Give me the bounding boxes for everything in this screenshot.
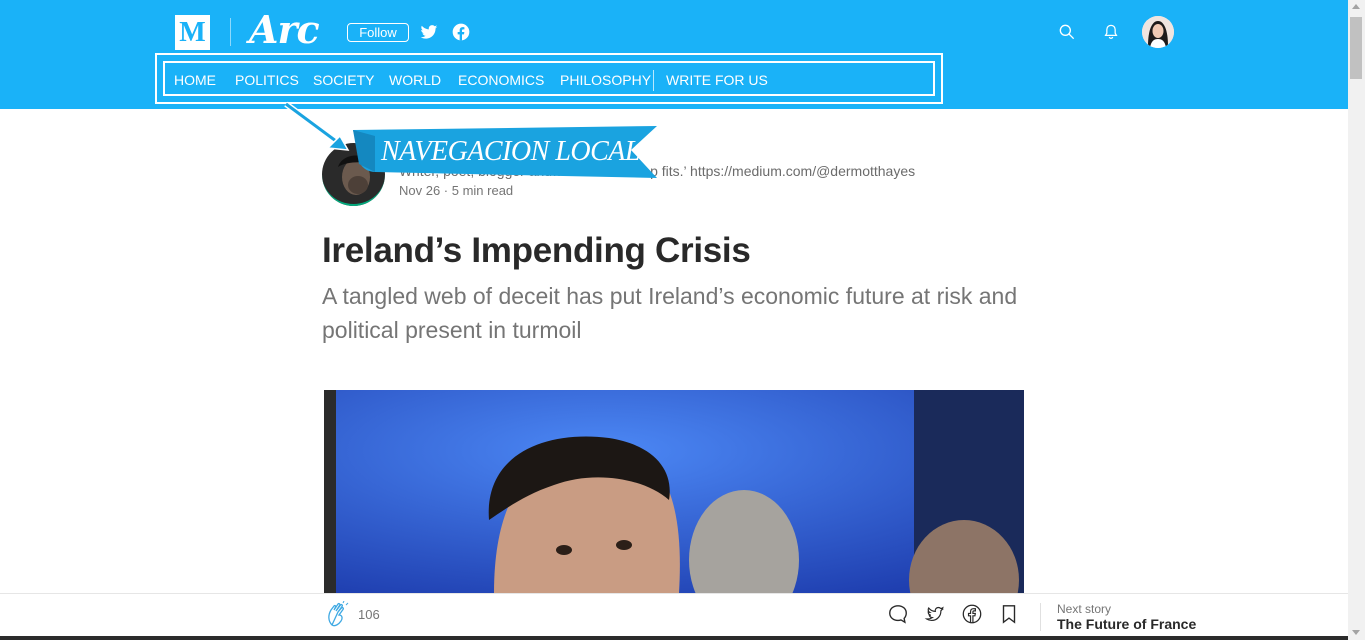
nav-item-philosophy[interactable]: PHILOSOPHY [560, 72, 651, 88]
bookmark-icon[interactable] [998, 603, 1020, 625]
scroll-thumb[interactable] [1350, 17, 1362, 79]
hero-image [324, 390, 1024, 593]
facebook-share-icon[interactable] [961, 603, 983, 625]
nav-item-politics[interactable]: POLITICS [235, 72, 299, 88]
twitter-share-icon[interactable] [924, 603, 946, 625]
logo-divider [230, 18, 231, 46]
bell-icon[interactable] [1101, 22, 1121, 42]
twitter-icon[interactable] [419, 22, 439, 42]
facebook-icon[interactable] [451, 22, 471, 42]
clap-count: 106 [358, 607, 380, 622]
search-icon[interactable] [1057, 22, 1077, 42]
article-subtitle: A tangled web of deceit has put Ireland’… [322, 283, 1018, 343]
scroll-down-arrow-icon[interactable] [1352, 630, 1360, 635]
bottom-bar-divider [1040, 603, 1041, 631]
next-story-link[interactable]: The Future of France [1057, 615, 1196, 633]
page: M Arc Follow HOME POLITICS SOCIETY WORLD… [0, 0, 1365, 640]
avatar[interactable] [1142, 16, 1174, 48]
article-title: Ireland’s Impending Crisis [322, 231, 751, 270]
clap-icon[interactable] [325, 601, 351, 627]
next-story-label: Next story [1057, 602, 1112, 616]
nav-item-world[interactable]: WORLD [389, 72, 441, 88]
nav-item-home[interactable]: HOME [174, 72, 216, 88]
follow-button[interactable]: Follow [347, 23, 409, 42]
nav-item-write-for-us[interactable]: WRITE FOR US [666, 72, 768, 88]
publication-logo[interactable]: Arc [249, 9, 320, 51]
taskbar-edge [0, 636, 1348, 640]
scroll-up-arrow-icon[interactable] [1352, 4, 1360, 9]
nav-item-society[interactable]: SOCIETY [313, 72, 374, 88]
nav-item-economics[interactable]: ECONOMICS [458, 72, 544, 88]
medium-logo[interactable]: M [175, 15, 210, 50]
comment-icon[interactable] [887, 603, 909, 625]
annotation-label: NAVEGACION LOCAL [381, 136, 640, 167]
post-date-readtime: Nov 26 · 5 min read [399, 183, 514, 198]
nav-divider [653, 70, 654, 91]
scrollbar[interactable] [1348, 0, 1365, 640]
